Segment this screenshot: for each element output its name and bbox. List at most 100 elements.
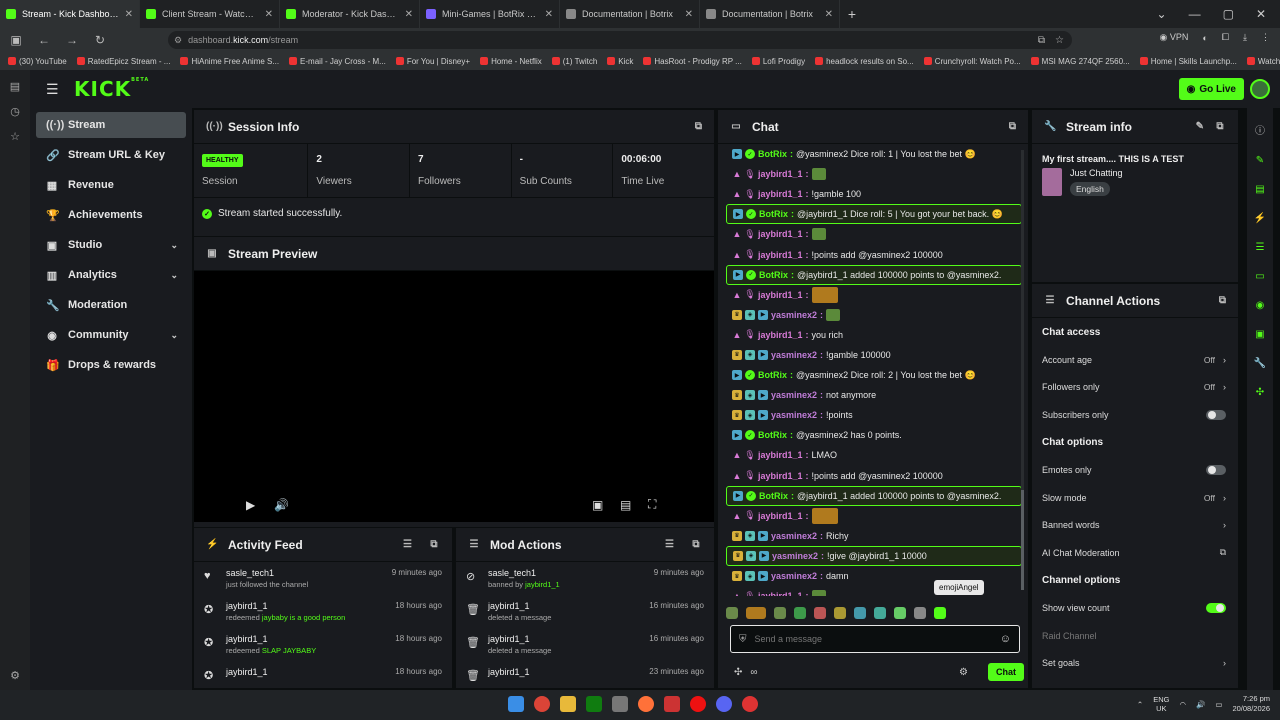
bookmark-star-icon[interactable]: ☆ — [1055, 35, 1064, 46]
chat-message[interactable]: ▶ ✓ BotRix: @yasminex2 has 0 points. — [726, 425, 1022, 445]
close-tab-icon[interactable]: ✕ — [265, 9, 273, 20]
chat-username[interactable]: jaybird1_1 — [758, 229, 803, 239]
feed-user[interactable]: jaybird1_1 — [226, 634, 387, 644]
chat-message[interactable]: ▲🎙jaybird1_1: — [726, 164, 1022, 184]
screenshot-icon[interactable]: ⧉ — [1038, 35, 1045, 46]
browser-tab[interactable]: Stream - Kick Dashboard ✕ — [0, 0, 140, 28]
close-tab-icon[interactable]: ✕ — [545, 9, 553, 20]
emote-icon[interactable] — [914, 607, 926, 619]
sidebar-item-studio[interactable]: ▣ Studio ⌄ — [36, 232, 186, 258]
chat-username[interactable]: yasminex2 — [772, 551, 818, 561]
edit-info-icon[interactable]: ✎ — [1256, 155, 1264, 166]
chat-username[interactable]: jaybird1_1 — [758, 169, 803, 179]
url-field[interactable]: ⚙ dashboard. kick.com/stream ⧉ ☆ — [168, 31, 1072, 49]
slow-mode-row[interactable]: Slow mode Off › — [1032, 484, 1238, 512]
xbox-icon[interactable] — [586, 696, 602, 712]
close-window-button[interactable]: ✕ — [1256, 7, 1266, 21]
list-icon[interactable]: ☰ — [1256, 242, 1265, 253]
chat-icon[interactable]: ▭ — [1255, 271, 1264, 282]
chat-username[interactable]: yasminex2 — [771, 390, 817, 400]
banned-words-row[interactable]: Banned words › — [1032, 512, 1238, 540]
opera-icon[interactable] — [690, 696, 706, 712]
panel-icon[interactable]: ▤ — [1255, 184, 1264, 195]
battery-icon[interactable]: ▭ — [1215, 700, 1222, 709]
bookmark-item[interactable]: Watch Sword Art Onli... — [1246, 57, 1280, 66]
theater-icon[interactable]: ▤ — [620, 498, 631, 512]
chat-message[interactable]: ♛ ◈ ▶ yasminex2: not anymore — [726, 385, 1022, 405]
emote-icon[interactable] — [726, 607, 738, 619]
chat-username[interactable]: jaybird1_1 — [758, 189, 803, 199]
browser-tab[interactable]: Moderator - Kick Dashboard ✕ — [280, 0, 420, 28]
popout-icon[interactable]: ⧉ — [1009, 121, 1016, 132]
send-chat-button[interactable]: Chat — [988, 663, 1024, 681]
wifi-icon[interactable]: ◠ — [1179, 700, 1186, 709]
chat-username[interactable]: BotRix — [758, 149, 787, 159]
close-tab-icon[interactable]: ✕ — [685, 9, 693, 20]
clock[interactable]: 7:26 pm 20/08/2026 — [1232, 694, 1270, 714]
reload-button[interactable]: ↻ — [92, 33, 108, 47]
forward-button[interactable]: → — [64, 33, 80, 47]
chat-username[interactable]: BotRix — [759, 209, 788, 219]
avatar[interactable] — [1250, 79, 1270, 99]
chat-message[interactable]: ▲ 🎙 jaybird1_1: you rich — [726, 325, 1022, 345]
account-age-row[interactable]: Account age Off › — [1032, 346, 1238, 374]
maximize-button[interactable]: ▢ — [1223, 7, 1234, 21]
more-icon[interactable]: ✣ — [1256, 387, 1264, 398]
feed-user[interactable]: sasle_tech1 — [488, 568, 646, 578]
emoji-icon[interactable]: ☺ — [1000, 633, 1011, 645]
bookmark-item[interactable]: MSI MAG 274QF 2560... — [1030, 57, 1130, 66]
chat-tools-icon[interactable]: ✣ — [734, 667, 742, 678]
browser-tab[interactable]: Documentation | Botrix ✕ — [560, 0, 700, 28]
popout-icon[interactable]: ⧉ — [1214, 121, 1226, 132]
chat-username[interactable]: yasminex2 — [771, 310, 817, 320]
chat-message[interactable]: ▲🎙jaybird1_1: — [726, 285, 1022, 305]
sidebar-item-moderation[interactable]: 🔧 Moderation — [36, 292, 186, 318]
chat-message[interactable]: ▶ ✓ BotRix: @jaybird1_1 added 100000 points… — [726, 485, 1022, 506]
broadcast-icon[interactable]: ◉ — [1256, 300, 1265, 311]
extensions-icon[interactable]: ⧠ — [1222, 32, 1229, 43]
chat-username[interactable]: yasminex2 — [771, 531, 817, 541]
extension-icon[interactable]: ◐ — [1202, 33, 1207, 43]
chat-input[interactable] — [754, 634, 992, 644]
chat-message[interactable]: ▲ 🎙 jaybird1_1: !points add @yasminex2 1000… — [726, 466, 1022, 486]
emote-icon[interactable] — [814, 607, 826, 619]
site-info-icon[interactable]: ⚙ — [174, 35, 182, 46]
chat-message[interactable]: ▲ 🎙 jaybird1_1: LMAO — [726, 445, 1022, 465]
sidebar-tabs-icon[interactable]: ▤ — [10, 80, 20, 93]
chat-message[interactable]: ♛ ◈ ▶ yasminex2: — [726, 305, 1022, 325]
bookmark-item[interactable]: Home | Skills Launchp... — [1139, 57, 1237, 66]
raid-channel-row[interactable]: Raid Channel — [1032, 622, 1238, 650]
chat-message[interactable]: ♛ ◈ ▶ yasminex2: !points — [726, 405, 1022, 425]
feed-user[interactable]: jaybird1_1 — [488, 667, 641, 677]
chat-username[interactable]: jaybird1_1 — [758, 471, 803, 481]
info-icon[interactable]: ⓘ — [1255, 122, 1265, 137]
close-tab-icon[interactable]: ✕ — [405, 9, 413, 20]
layout-icon[interactable]: ▣ — [1255, 329, 1264, 340]
bolt-icon[interactable]: ⚡ — [1254, 213, 1266, 224]
popout-icon[interactable]: ⧉ — [690, 539, 702, 550]
tab-list-icon[interactable]: ⌄ — [1157, 7, 1167, 21]
infinity-icon[interactable]: ∞ — [750, 667, 757, 678]
folder-icon[interactable] — [560, 696, 576, 712]
chat-username[interactable]: jaybird1_1 — [758, 511, 803, 521]
subscribers-only-toggle[interactable] — [1206, 409, 1226, 420]
chat-message[interactable]: ▶ ✓ BotRix: @yasminex2 Dice roll: 1 | You l… — [726, 144, 1022, 164]
chat-username[interactable]: BotRix — [758, 430, 787, 440]
chat-settings-icon[interactable]: ⚙ — [959, 667, 968, 678]
emote-icon[interactable] — [894, 607, 906, 619]
bookmark-item[interactable]: E-mail - Jay Cross - M... — [289, 57, 386, 66]
chat-username[interactable]: yasminex2 — [771, 571, 817, 581]
bookmark-item[interactable]: Crunchyroll: Watch Po... — [923, 57, 1021, 66]
sidebar-toggle-icon[interactable]: ▣ — [8, 33, 24, 47]
chat-message[interactable]: ▲ 🎙 jaybird1_1: !points add @yasminex2 1000… — [726, 244, 1022, 264]
volume-icon[interactable]: 🔊 — [1196, 700, 1205, 709]
popout-icon[interactable]: ⧉ — [428, 539, 440, 550]
start-icon[interactable] — [508, 696, 524, 712]
sidebar-item-stream-url-key[interactable]: 🔗 Stream URL & Key — [36, 142, 186, 168]
fullscreen-icon[interactable]: ⛶ — [648, 497, 656, 512]
emote-icon[interactable] — [854, 607, 866, 619]
menu-icon[interactable]: ⋮ — [1261, 32, 1270, 43]
chat-message[interactable]: ♛ ◈ ▶ yasminex2: Richy — [726, 526, 1022, 546]
bookmark-item[interactable]: headlock results on So... — [815, 57, 914, 66]
chrome-icon[interactable] — [534, 696, 550, 712]
